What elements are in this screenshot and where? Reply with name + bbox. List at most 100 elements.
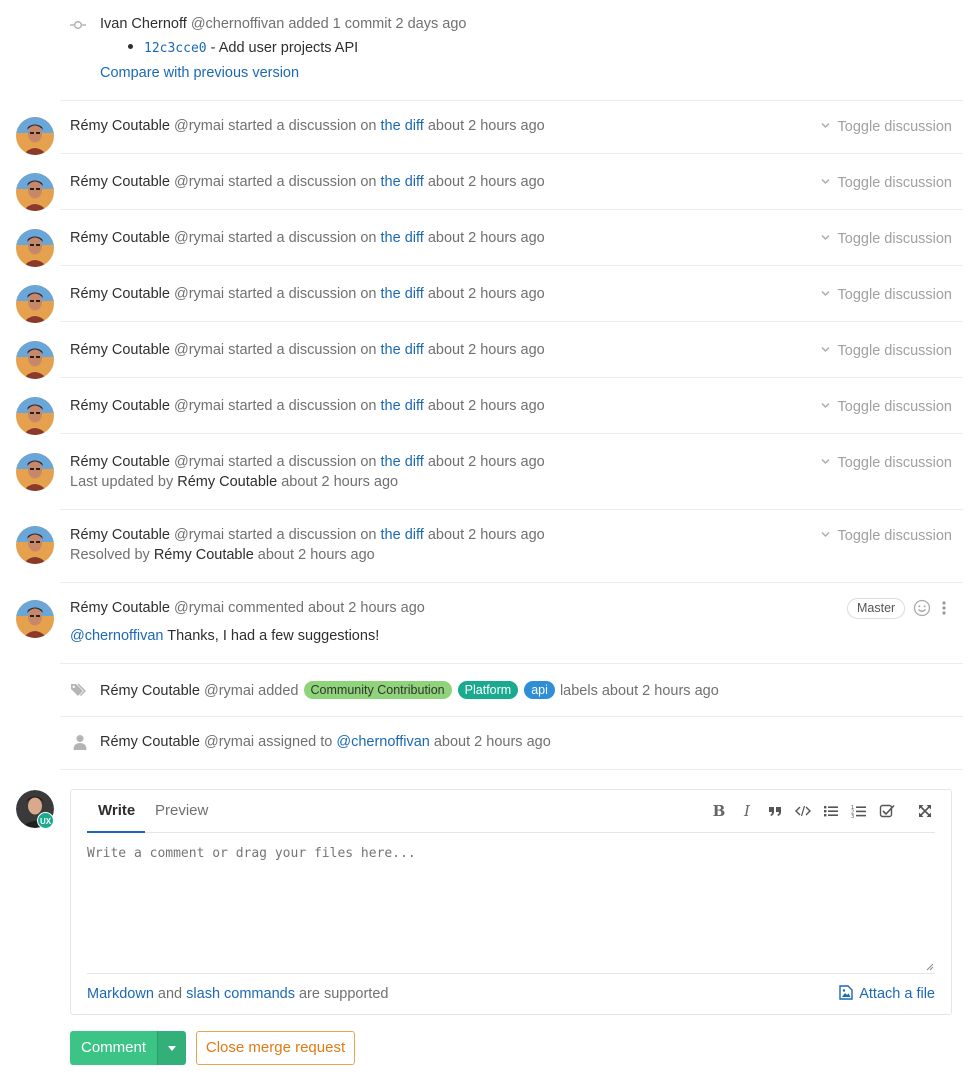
markdown-link[interactable]: Markdown <box>87 986 154 1002</box>
more-actions-icon[interactable] <box>938 600 950 616</box>
diff-link[interactable]: the diff <box>381 230 424 246</box>
comment-body: @chernoffivan Thanks, I had a few sugges… <box>70 628 379 644</box>
user-mention-link[interactable]: @chernoffivan <box>70 628 163 644</box>
emoji-icon[interactable] <box>913 599 931 617</box>
footer-and: and <box>157 986 183 1002</box>
author-handle[interactable]: @rymai <box>174 454 224 470</box>
discussion-note: Rémy Coutable @rymai started a discussio… <box>0 510 979 582</box>
diff-link[interactable]: the diff <box>381 118 424 134</box>
author-name[interactable]: Rémy Coutable <box>70 118 170 134</box>
note-action: started a discussion on <box>228 174 377 190</box>
toggle-discussion-button[interactable]: Toggle discussion <box>821 287 952 303</box>
avatar[interactable] <box>16 173 54 211</box>
label-platform[interactable]: Platform <box>457 681 519 699</box>
toggle-discussion-button[interactable]: Toggle discussion <box>821 343 952 359</box>
diff-link[interactable]: the diff <box>381 286 424 302</box>
avatar[interactable] <box>16 341 54 379</box>
status-author[interactable]: Rémy Coutable <box>154 547 254 563</box>
attach-file-button[interactable]: Attach a file <box>839 984 935 1002</box>
slash-commands-link[interactable]: slash commands <box>186 986 295 1002</box>
toggle-discussion-button[interactable]: Toggle discussion <box>821 231 952 247</box>
quote-icon[interactable] <box>766 802 784 820</box>
close-merge-request-button[interactable]: Close merge request <box>196 1031 355 1065</box>
diff-link[interactable]: the diff <box>381 342 424 358</box>
chevron-down-icon <box>821 234 830 240</box>
avatar-image <box>16 117 54 155</box>
note-action: started a discussion on <box>228 118 377 134</box>
note-time: 2 days ago <box>395 16 467 32</box>
current-user-avatar[interactable]: UX <box>16 790 54 829</box>
compare-previous-version-link[interactable]: Compare with previous version <box>100 65 299 81</box>
avatar-image <box>16 397 54 435</box>
code-icon[interactable] <box>794 802 812 820</box>
author-name[interactable]: Rémy Coutable <box>70 342 170 358</box>
discussion-header: Rémy Coutable @rymai started a discussio… <box>70 286 545 302</box>
discussion-status: Resolved by Rémy Coutable about 2 hours … <box>70 547 375 563</box>
toggle-discussion-button[interactable]: Toggle discussion <box>821 455 952 471</box>
comment-text: Thanks, I had a few suggestions! <box>167 628 380 644</box>
bulleted-list-icon[interactable] <box>822 802 840 820</box>
toggle-discussion-label: Toggle discussion <box>837 343 952 359</box>
diff-link[interactable]: the diff <box>381 527 424 543</box>
bold-icon[interactable]: B <box>710 802 728 820</box>
italic-icon[interactable]: I <box>738 802 756 820</box>
author-handle[interactable]: @rymai <box>174 398 224 414</box>
author-handle[interactable]: @rymai <box>174 286 224 302</box>
author-name[interactable]: Rémy Coutable <box>70 600 170 616</box>
tab-write[interactable]: Write <box>86 802 146 833</box>
author-handle[interactable]: @rymai <box>204 734 254 750</box>
avatar[interactable] <box>16 117 54 155</box>
toggle-discussion-button[interactable]: Toggle discussion <box>821 175 952 191</box>
label-community-contribution[interactable]: Community Contribution <box>303 681 452 699</box>
avatar[interactable] <box>16 453 54 491</box>
author-name[interactable]: Rémy Coutable <box>70 230 170 246</box>
avatar[interactable] <box>16 397 54 435</box>
note-action: started a discussion on <box>228 454 377 470</box>
diff-link[interactable]: the diff <box>381 454 424 470</box>
author-name[interactable]: Rémy Coutable <box>100 683 200 699</box>
fullscreen-icon[interactable] <box>916 802 934 820</box>
comment-textarea[interactable] <box>87 833 935 974</box>
avatar[interactable] <box>16 526 54 564</box>
note-action: assigned to <box>258 734 333 750</box>
discussion-header: Rémy Coutable @rymai started a discussio… <box>70 230 545 246</box>
author-handle[interactable]: @rymai <box>174 342 224 358</box>
toggle-discussion-label: Toggle discussion <box>837 399 952 415</box>
discussion-note: Rémy Coutable @rymai started a discussio… <box>0 213 979 267</box>
author-name[interactable]: Rémy Coutable <box>70 454 170 470</box>
task-list-icon[interactable] <box>878 802 896 820</box>
author-handle[interactable]: @rymai <box>174 118 224 134</box>
toggle-discussion-button[interactable]: Toggle discussion <box>821 399 952 415</box>
status-author[interactable]: Rémy Coutable <box>177 474 277 490</box>
author-handle[interactable]: @rymai <box>204 683 254 699</box>
author-handle[interactable]: @chernoffivan <box>191 16 284 32</box>
author-name[interactable]: Rémy Coutable <box>70 174 170 190</box>
commit-sha-link[interactable]: 12c3cce0 <box>144 41 207 56</box>
author-name[interactable]: Rémy Coutable <box>100 734 200 750</box>
assignee-link[interactable]: @chernoffivan <box>336 734 429 750</box>
resize-grip-icon[interactable] <box>926 963 934 971</box>
divider <box>60 209 963 210</box>
author-handle[interactable]: @rymai <box>174 600 224 616</box>
author-name[interactable]: Rémy Coutable <box>70 286 170 302</box>
author-name[interactable]: Rémy Coutable <box>70 398 170 414</box>
diff-link[interactable]: the diff <box>381 398 424 414</box>
diff-link[interactable]: the diff <box>381 174 424 190</box>
comment-options-dropdown[interactable] <box>157 1031 186 1065</box>
avatar[interactable] <box>16 229 54 267</box>
avatar-image <box>16 173 54 211</box>
label-api[interactable]: api <box>524 681 555 699</box>
author-handle[interactable]: @rymai <box>174 230 224 246</box>
author-name[interactable]: Rémy Coutable <box>70 527 170 543</box>
author-name[interactable]: Ivan Chernoff <box>100 16 187 32</box>
numbered-list-icon[interactable]: 1 2 3 <box>850 802 868 820</box>
tab-preview[interactable]: Preview <box>155 802 208 819</box>
author-handle[interactable]: @rymai <box>174 174 224 190</box>
comment-button[interactable]: Comment <box>70 1031 157 1065</box>
avatar[interactable] <box>16 285 54 323</box>
avatar[interactable] <box>16 600 54 638</box>
comment-note: Rémy Coutable @rymai commented about 2 h… <box>0 583 979 663</box>
toggle-discussion-button[interactable]: Toggle discussion <box>821 528 952 544</box>
toggle-discussion-button[interactable]: Toggle discussion <box>821 119 952 135</box>
author-handle[interactable]: @rymai <box>174 527 224 543</box>
